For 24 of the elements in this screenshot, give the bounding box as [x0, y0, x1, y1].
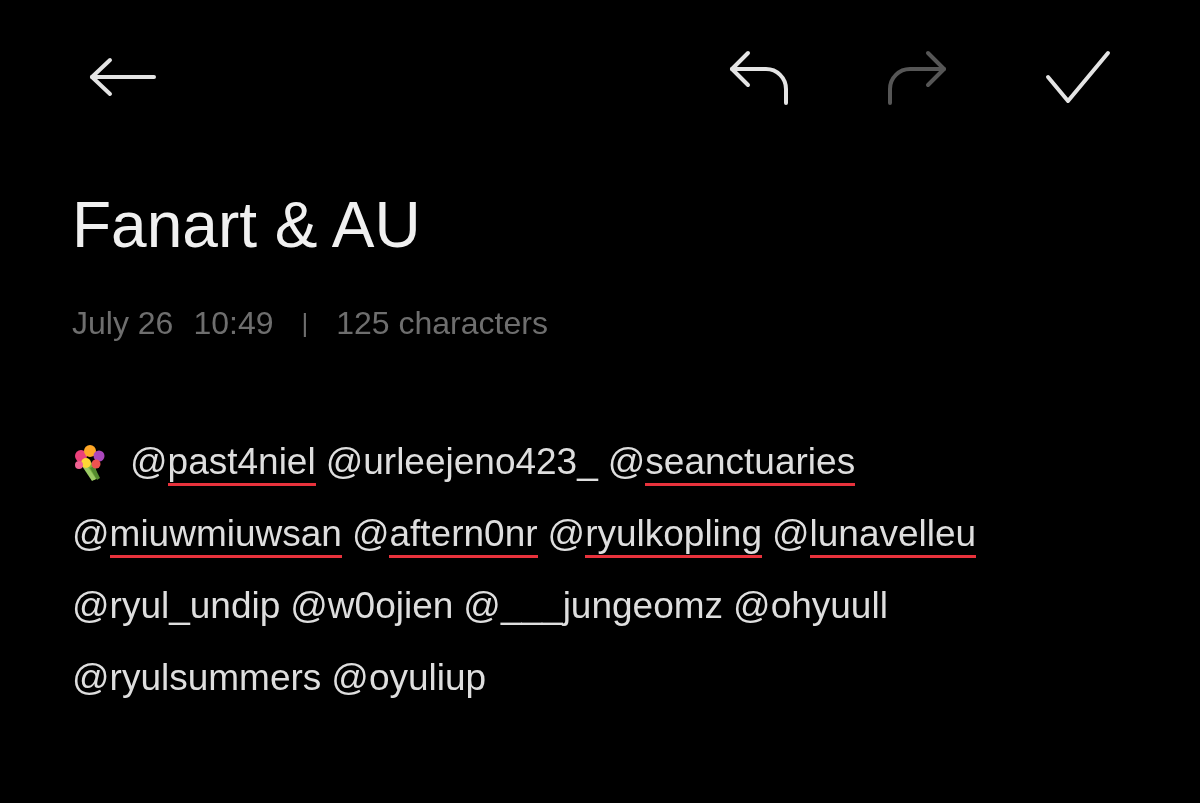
undo-icon	[728, 49, 790, 105]
mention-text: @ryul_undip	[72, 584, 281, 628]
undo-button[interactable]	[728, 49, 790, 105]
note-title: Fanart & AU	[72, 189, 421, 261]
mention-text: @ryulkopling	[547, 512, 762, 558]
mention-text: @miuwmiuwsan	[72, 512, 342, 558]
mention-text: @lunavelleu	[772, 512, 977, 558]
mention-text: @aftern0nr	[351, 512, 538, 558]
mention-text: @w0ojien	[290, 584, 454, 628]
meta-separator: |	[301, 307, 309, 340]
mention-text: @seanctuaries	[607, 440, 856, 486]
back-button[interactable]	[88, 57, 156, 97]
mention-text: @ohyuull	[733, 584, 888, 628]
mention-text: @ryulsummers	[72, 656, 322, 700]
check-icon	[1044, 49, 1112, 105]
note-date: July 26	[72, 305, 174, 341]
mention-text: @oyuliup	[331, 656, 487, 700]
note-time: 10:49	[193, 305, 274, 341]
mention-text: @___jungeomz	[463, 584, 724, 628]
redo-icon	[886, 49, 948, 105]
character-count: 125 characters	[336, 305, 548, 341]
done-button[interactable]	[1044, 49, 1112, 105]
mention-text: @past4niel	[130, 440, 316, 486]
mention-text: @urleejeno423_	[325, 440, 598, 484]
